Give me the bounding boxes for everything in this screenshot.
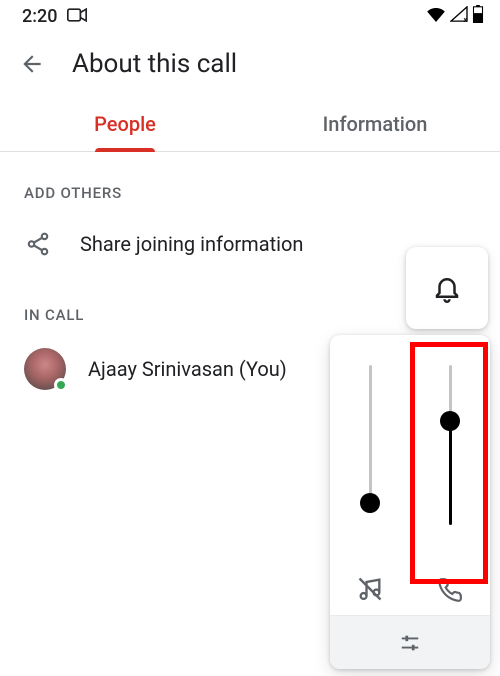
volume-settings-button[interactable] [330, 615, 490, 669]
participant-name: Ajaay Srinivasan (You) [88, 357, 287, 381]
section-add-others: ADD OTHERS [0, 152, 500, 214]
share-icon [24, 230, 52, 258]
call-volume-slider[interactable] [410, 365, 490, 615]
phone-icon [434, 573, 466, 605]
tab-indicator [95, 148, 155, 152]
svg-text:x: x [463, 15, 467, 22]
video-camera-icon [67, 6, 87, 27]
tab-information-label: Information [323, 112, 428, 136]
tune-icon [399, 632, 421, 654]
signal-icon: x [450, 6, 468, 27]
battery-icon [472, 5, 484, 28]
presence-indicator [54, 378, 68, 392]
share-joining-label: Share joining information [80, 232, 303, 256]
tabs: People Information [0, 96, 500, 152]
status-bar: 2:20 x [0, 0, 500, 32]
tab-people[interactable]: People [0, 96, 250, 151]
arrow-left-icon [19, 51, 45, 77]
music-off-icon [354, 573, 386, 605]
volume-panel [330, 335, 490, 669]
back-button[interactable] [8, 40, 56, 88]
status-time: 2:20 [22, 6, 57, 27]
wifi-icon [426, 6, 446, 27]
notifications-button[interactable] [406, 247, 488, 329]
app-bar: About this call [0, 32, 500, 96]
page-title: About this call [72, 49, 237, 79]
avatar [24, 348, 66, 390]
media-volume-slider[interactable] [330, 365, 410, 615]
sliders-region [330, 335, 490, 615]
tab-people-label: People [94, 112, 156, 136]
bell-icon [432, 273, 462, 303]
tab-information[interactable]: Information [250, 96, 500, 151]
